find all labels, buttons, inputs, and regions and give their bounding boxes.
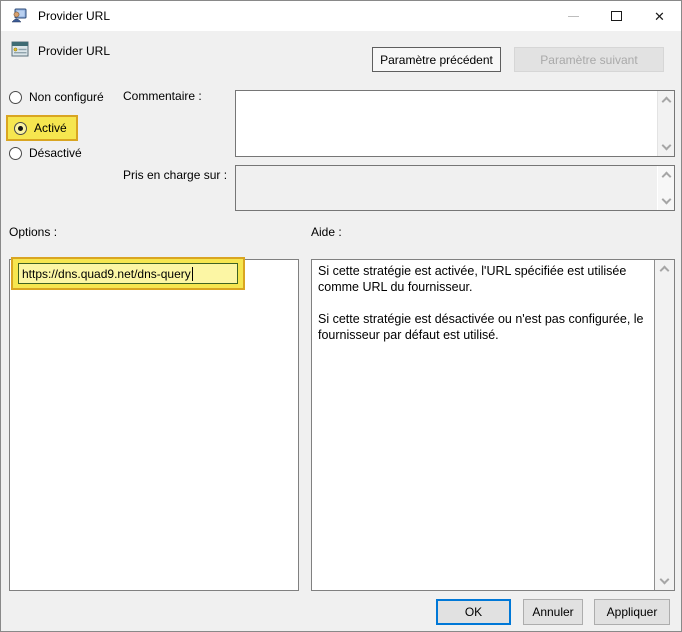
help-panel: Si cette stratégie est activée, l'URL sp… [311, 259, 675, 591]
window-controls: ✕ [552, 1, 681, 31]
provider-url-value: https://dns.quad9.net/dns-query [22, 266, 191, 281]
scroll-down-icon[interactable] [661, 140, 671, 151]
comment-label: Commentaire : [123, 89, 202, 103]
scroll-up-icon[interactable] [659, 265, 670, 276]
ok-button[interactable]: OK [436, 599, 511, 625]
help-paragraph-2: Si cette stratégie est désactivée ou n'e… [318, 312, 644, 342]
help-text: Si cette stratégie est activée, l'URL sp… [312, 260, 654, 590]
help-paragraph-1: Si cette stratégie est activée, l'URL sp… [318, 264, 627, 294]
radio-not-configured-label: Non configuré [29, 90, 104, 104]
policy-setting-icon [11, 41, 29, 57]
options-panel [9, 259, 299, 591]
apply-button[interactable]: Appliquer [594, 599, 670, 625]
radio-disabled[interactable]: Désactivé [9, 146, 82, 160]
comment-textarea[interactable] [235, 90, 675, 157]
radio-not-configured[interactable]: Non configuré [9, 90, 104, 104]
scroll-up-icon[interactable] [661, 96, 671, 107]
maximize-icon [611, 11, 622, 21]
maximize-button[interactable] [595, 1, 638, 31]
scroll-down-icon [661, 194, 671, 205]
previous-setting-button[interactable]: Paramètre précédent [372, 47, 501, 72]
radio-unchecked-icon[interactable] [9, 90, 22, 104]
close-icon: ✕ [654, 8, 665, 24]
provider-url-highlight: https://dns.quad9.net/dns-query [11, 257, 245, 290]
scroll-up-icon [661, 171, 671, 182]
provider-url-input[interactable]: https://dns.quad9.net/dns-query [18, 263, 238, 284]
titlebar: Provider URL ✕ [1, 1, 681, 31]
radio-checked-icon[interactable] [14, 121, 27, 135]
policy-setting-dialog: Provider URL ✕ Provider URL Paramètre pr… [0, 0, 682, 632]
next-setting-button: Paramètre suivant [514, 47, 664, 72]
supported-on-scrollbar [657, 166, 674, 210]
comment-scrollbar[interactable] [657, 91, 674, 156]
radio-enabled-label: Activé [34, 121, 67, 135]
supported-on-box [235, 165, 675, 211]
supported-on-label: Pris en charge sur : [123, 168, 228, 182]
cancel-button[interactable]: Annuler [523, 599, 583, 625]
options-label: Options : [9, 225, 58, 239]
text-caret [191, 266, 193, 281]
radio-disabled-label: Désactivé [29, 146, 82, 160]
help-scrollbar[interactable] [654, 260, 674, 590]
setting-title: Provider URL [38, 44, 111, 58]
comment-text[interactable] [236, 91, 657, 156]
minimize-button[interactable] [552, 1, 595, 31]
window-title: Provider URL [38, 9, 111, 23]
close-button[interactable]: ✕ [638, 1, 681, 31]
supported-on-text [236, 166, 657, 210]
minimize-icon [568, 15, 579, 17]
radio-unchecked-icon[interactable] [9, 146, 22, 160]
scroll-down-icon[interactable] [659, 574, 670, 585]
group-policy-icon [11, 8, 27, 23]
help-label: Aide : [311, 225, 342, 239]
radio-enabled-highlighted[interactable]: Activé [6, 115, 78, 141]
